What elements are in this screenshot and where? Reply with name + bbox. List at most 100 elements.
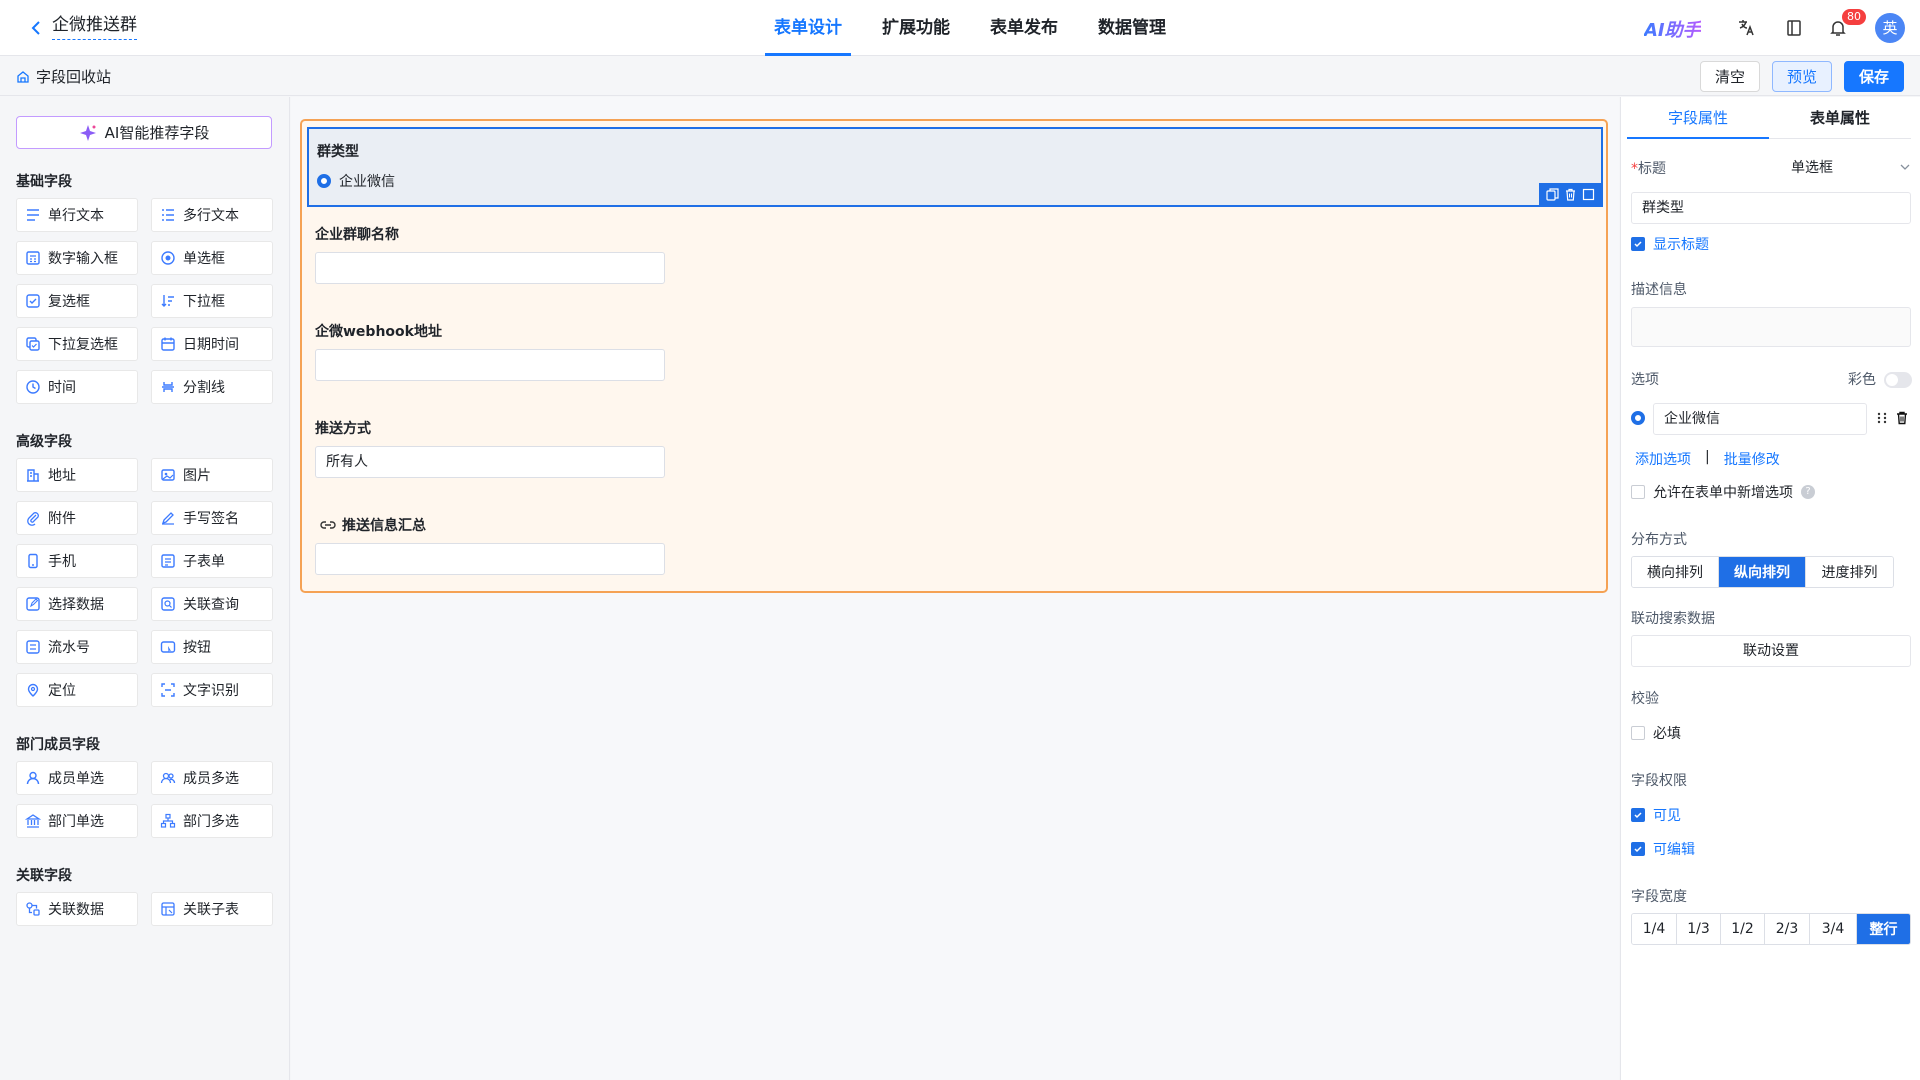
- field-checkbox[interactable]: 复选框: [16, 284, 138, 318]
- field-dropdown-multi[interactable]: 下拉复选框: [16, 327, 138, 361]
- layout-horizontal[interactable]: 横向排列: [1632, 557, 1719, 587]
- linkage-settings-button[interactable]: 联动设置: [1631, 635, 1911, 667]
- field-location[interactable]: 定位: [16, 673, 138, 707]
- allow-new-option-row[interactable]: 允许在表单中新增选项 ?: [1631, 482, 1815, 502]
- field-ocr[interactable]: 文字识别: [151, 673, 273, 707]
- field-time[interactable]: 时间: [16, 370, 138, 404]
- fullwidth-icon[interactable]: [1582, 188, 1595, 201]
- field-radio[interactable]: 单选框: [151, 241, 273, 275]
- ai-assistant-logo[interactable]: AI助手: [1644, 16, 1701, 42]
- title-input[interactable]: 群类型: [1631, 192, 1911, 224]
- field-relation-subtable[interactable]: 关联子表: [151, 892, 273, 926]
- option-actions-separator: |: [1705, 449, 1710, 465]
- tab-extensions[interactable]: 扩展功能: [862, 0, 970, 56]
- copy-icon[interactable]: [1545, 187, 1559, 201]
- layout-vertical[interactable]: 纵向排列: [1719, 557, 1806, 587]
- save-button[interactable]: 保存: [1844, 61, 1904, 92]
- location-pin-icon: [25, 682, 41, 698]
- subform-icon: [160, 553, 176, 569]
- field-palette: AI智能推荐字段 基础字段 单行文本 多行文本 数字输入框 单选框 复选框 下拉…: [0, 97, 290, 1080]
- field-subform[interactable]: 子表单: [151, 544, 273, 578]
- width-third[interactable]: 1/3: [1677, 914, 1721, 944]
- add-option-link[interactable]: 添加选项: [1635, 449, 1691, 469]
- field-department-single[interactable]: 部门单选: [16, 804, 138, 838]
- field-type-select[interactable]: 单选框: [1771, 155, 1911, 179]
- ai-recommend-button[interactable]: AI智能推荐字段: [16, 116, 272, 149]
- field-dropdown[interactable]: 下拉框: [151, 284, 273, 318]
- field-serial-number[interactable]: 流水号: [16, 630, 138, 664]
- width-half[interactable]: 1/2: [1721, 914, 1765, 944]
- editable-label: 可编辑: [1653, 842, 1695, 858]
- help-icon[interactable]: ?: [1801, 485, 1815, 499]
- selected-field-group-type[interactable]: 群类型 企业微信: [307, 127, 1603, 207]
- scan-icon: [160, 682, 176, 698]
- radio-option-label: 企业微信: [339, 174, 395, 190]
- user-avatar[interactable]: 英: [1875, 13, 1905, 43]
- group-name-input[interactable]: [315, 252, 665, 284]
- preview-button[interactable]: 预览: [1772, 61, 1832, 92]
- required-checkbox[interactable]: [1631, 726, 1645, 740]
- trash-icon[interactable]: [1564, 188, 1577, 201]
- tab-form-properties[interactable]: 表单属性: [1769, 97, 1911, 138]
- field-member-multi[interactable]: 成员多选: [151, 761, 273, 795]
- allow-new-option-checkbox[interactable]: [1631, 485, 1645, 499]
- book-icon[interactable]: [1782, 16, 1806, 40]
- editable-checkbox[interactable]: [1631, 842, 1645, 856]
- batch-edit-link[interactable]: 批量修改: [1724, 449, 1780, 469]
- visible-checkbox[interactable]: [1631, 808, 1645, 822]
- width-two-thirds[interactable]: 2/3: [1765, 914, 1810, 944]
- layout-progress[interactable]: 进度排列: [1806, 557, 1893, 587]
- top-header: 企微推送群 表单设计 扩展功能 表单发布 数据管理 AI助手 80 英: [0, 0, 1920, 56]
- delete-option-icon[interactable]: [1895, 411, 1909, 425]
- tab-form-publish[interactable]: 表单发布: [970, 0, 1078, 56]
- visible-row[interactable]: 可见: [1631, 805, 1681, 825]
- radio-option-wecom[interactable]: 企业微信: [317, 171, 395, 191]
- push-mode-select[interactable]: 所有人: [315, 446, 665, 478]
- required-row[interactable]: 必填: [1631, 723, 1681, 743]
- field-image[interactable]: 图片: [151, 458, 273, 492]
- width-three-quarters[interactable]: 3/4: [1810, 914, 1857, 944]
- field-multi-text[interactable]: 多行文本: [151, 198, 273, 232]
- drag-handle-icon[interactable]: [1876, 411, 1888, 425]
- width-quarter[interactable]: 1/4: [1632, 914, 1677, 944]
- width-full-row[interactable]: 整行: [1857, 914, 1910, 944]
- checkbox-icon: [25, 293, 41, 309]
- field-single-text[interactable]: 单行文本: [16, 198, 138, 232]
- field-attachment[interactable]: 附件: [16, 501, 138, 535]
- field-number-input[interactable]: 数字输入框: [16, 241, 138, 275]
- description-input[interactable]: [1631, 307, 1911, 347]
- field-relation-query[interactable]: 关联查询: [151, 587, 273, 621]
- show-title-checkbox-row[interactable]: 显示标题: [1631, 234, 1709, 254]
- webhook-input[interactable]: [315, 349, 665, 381]
- field-relation-data[interactable]: 关联数据: [16, 892, 138, 926]
- field-phone[interactable]: 手机: [16, 544, 138, 578]
- option-input[interactable]: 企业微信: [1653, 403, 1867, 435]
- field-signature[interactable]: 手写签名: [151, 501, 273, 535]
- field-department-multi[interactable]: 部门多选: [151, 804, 273, 838]
- paperclip-icon: [25, 510, 41, 526]
- color-toggle[interactable]: [1884, 372, 1912, 388]
- field-select-data[interactable]: 选择数据: [16, 587, 138, 621]
- editable-row[interactable]: 可编辑: [1631, 839, 1695, 859]
- summary-input[interactable]: [315, 543, 665, 575]
- bank-icon: [25, 813, 41, 829]
- clear-button[interactable]: 清空: [1700, 61, 1760, 92]
- tab-field-properties[interactable]: 字段属性: [1627, 97, 1769, 139]
- field-recycle-bin[interactable]: 字段回收站: [16, 66, 111, 87]
- width-segmented: 1/4 1/3 1/2 2/3 3/4 整行: [1631, 913, 1911, 945]
- form-container: 群类型 企业微信 企业群聊名称 企微webhook地址 推送方式 所有人 推送信…: [300, 119, 1608, 593]
- tab-data-management[interactable]: 数据管理: [1078, 0, 1186, 56]
- show-title-checkbox[interactable]: [1631, 237, 1645, 251]
- serial-icon: [25, 639, 41, 655]
- field-member-single[interactable]: 成员单选: [16, 761, 138, 795]
- app-title[interactable]: 企微推送群: [52, 14, 137, 40]
- visible-label: 可见: [1653, 808, 1681, 824]
- tab-form-design[interactable]: 表单设计: [754, 0, 862, 56]
- field-divider[interactable]: 分割线: [151, 370, 273, 404]
- field-button[interactable]: 按钮: [151, 630, 273, 664]
- field-address[interactable]: 地址: [16, 458, 138, 492]
- field-action-toolbar: [1539, 183, 1601, 205]
- back-arrow-icon[interactable]: [22, 14, 50, 42]
- field-datetime[interactable]: 日期时间: [151, 327, 273, 361]
- translate-icon[interactable]: [1734, 16, 1758, 40]
